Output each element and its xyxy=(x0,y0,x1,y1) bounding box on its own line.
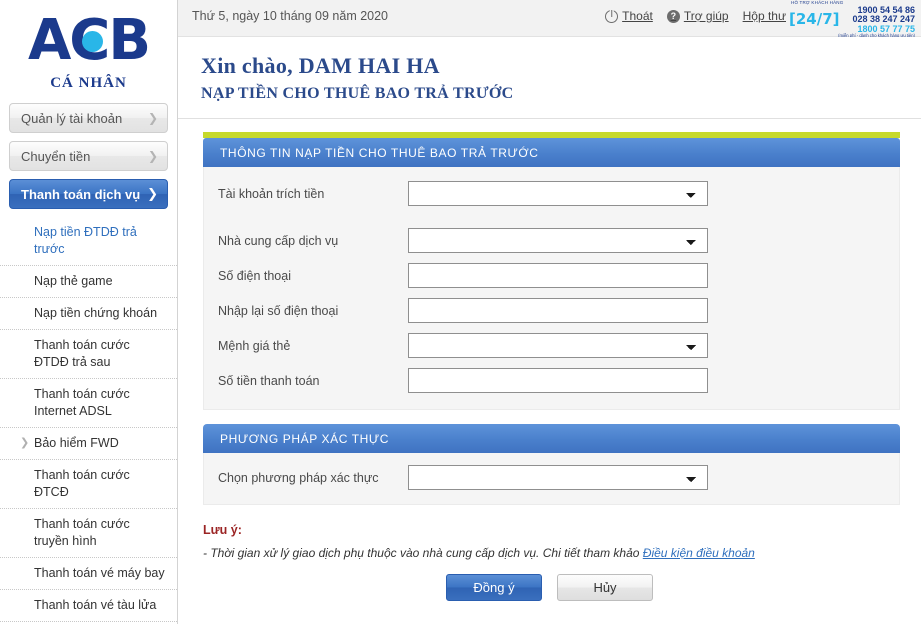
submenu-item-game-card[interactable]: Nạp thẻ game xyxy=(0,266,177,298)
submenu-item-label: Thanh toán vé tàu lửa xyxy=(34,598,157,612)
note-text-line: - Thời gian xử lý giao dịch phụ thuộc và… xyxy=(203,546,921,560)
topup-info-panel-title: THÔNG TIN NẠP TIỀN CHO THUÊ BAO TRẢ TRƯỚ… xyxy=(203,138,900,167)
hotline-numbers: 1900 54 54 86 028 38 247 247 1800 57 77 … xyxy=(852,5,915,34)
acb-online-banking-page: ACB CÁ NHÂN Quản lý tài khoản ❯ Chuyển t… xyxy=(0,0,921,624)
sidebar-submenu: Nạp tiền ĐTDĐ trả trước Nạp thẻ game Nạp… xyxy=(0,217,177,624)
form-row-payment-amount: Số tiền thanh toán xyxy=(204,368,899,393)
phone-number-confirm-input[interactable] xyxy=(408,298,708,323)
submenu-item-label: Thanh toán cước ĐTDĐ trả sau xyxy=(34,338,130,369)
note-text: - Thời gian xử lý giao dịch phụ thuộc và… xyxy=(203,546,643,560)
brand-logo: ACB CÁ NHÂN xyxy=(0,0,177,92)
chevron-right-icon: ❯ xyxy=(147,111,158,125)
field-label: Số điện thoại xyxy=(218,268,291,283)
page-heading-block: Xin chào, DAM HAI HA NẠP TIỀN CHO THUÊ B… xyxy=(178,37,921,109)
sidebar-main-nav: Quản lý tài khoản ❯ Chuyển tiền ❯ Thanh … xyxy=(0,103,177,209)
note-title: Lưu ý: xyxy=(203,523,242,537)
form-actions: Đồng ý Hủy xyxy=(178,574,921,601)
submenu-item-internet-adsl[interactable]: Thanh toán cước Internet ADSL xyxy=(0,379,177,428)
auth-method-panel: PHƯƠNG PHÁP XÁC THỰC Chọn phương pháp xá… xyxy=(203,424,900,505)
logo-circle-icon xyxy=(81,31,103,52)
service-provider-select[interactable] xyxy=(408,228,708,253)
top-header-bar: Thứ 5, ngày 10 tháng 09 năm 2020 Thoát ?… xyxy=(178,0,921,38)
title-divider xyxy=(178,118,921,119)
source-account-select[interactable] xyxy=(408,181,708,206)
terms-and-conditions-link[interactable]: Điều kiện điều khoản xyxy=(643,546,755,560)
field-label: Mệnh giá thẻ xyxy=(218,338,291,353)
submenu-item-postpaid-mobile[interactable]: Thanh toán cước ĐTDĐ trả sau xyxy=(0,330,177,379)
submenu-item-label: Thanh toán cước truyền hình xyxy=(34,517,130,548)
field-label: Tài khoản trích tiền xyxy=(218,186,325,201)
submenu-item-label: Nạp tiền chứng khoán xyxy=(34,306,158,320)
help-label: Trợ giúp xyxy=(683,9,729,23)
submenu-item-label: Thanh toán vé máy bay xyxy=(34,566,165,580)
auth-method-panel-body: Chọn phương pháp xác thực xyxy=(203,453,900,505)
page-title: NẠP TIỀN CHO THUÊ BAO TRẢ TRƯỚC xyxy=(201,85,514,102)
sidebar-item-label: Chuyển tiền xyxy=(21,148,91,164)
sidebar-item-account-management[interactable]: Quản lý tài khoản ❯ xyxy=(9,103,168,133)
form-row-service-provider: Nhà cung cấp dịch vụ xyxy=(204,228,899,253)
sidebar-item-transfer[interactable]: Chuyển tiền ❯ xyxy=(9,141,168,171)
phone-number-input[interactable] xyxy=(408,263,708,288)
submenu-item-landline[interactable]: Thanh toán cước ĐTCĐ xyxy=(0,460,177,509)
field-label: Nhập lại số điện thoại xyxy=(218,303,339,318)
hotline-badge: HỖ TRỢ KHÁCH HÀNG [24/7] 1900 54 54 86 0… xyxy=(789,0,915,38)
form-row-auth-method: Chọn phương pháp xác thực xyxy=(204,465,899,490)
mailbox-link[interactable]: Hộp thư xyxy=(743,9,786,23)
logout-link[interactable]: Thoát xyxy=(605,9,653,23)
card-denomination-select[interactable] xyxy=(408,333,708,358)
logout-label: Thoát xyxy=(622,9,653,23)
help-link[interactable]: ? Trợ giúp xyxy=(666,9,729,23)
cancel-button[interactable]: Hủy xyxy=(557,574,653,601)
submenu-item-flight-ticket[interactable]: Thanh toán vé máy bay xyxy=(0,558,177,590)
field-label: Chọn phương pháp xác thực xyxy=(218,470,379,485)
submenu-item-label: Bảo hiểm FWD xyxy=(34,436,119,450)
topup-info-panel-body: Tài khoản trích tiền Nhà cung cấp dịch v… xyxy=(203,167,900,410)
sidebar-item-label: Quản lý tài khoản xyxy=(21,110,123,126)
power-icon xyxy=(605,9,619,23)
header-links: Thoát ? Trợ giúp Hộp thư xyxy=(605,9,786,23)
field-label: Số tiền thanh toán xyxy=(218,373,320,388)
form-row-phone-confirm: Nhập lại số điện thoại xyxy=(204,298,899,323)
submenu-item-label: Nạp tiền ĐTDĐ trả trước xyxy=(34,225,137,256)
field-label: Nhà cung cấp dịch vụ xyxy=(218,233,339,248)
sidebar-item-service-payment[interactable]: Thanh toán dịch vụ ❯ xyxy=(9,179,168,209)
note-section: Lưu ý: - Thời gian xử lý giao dịch phụ t… xyxy=(203,523,921,560)
form-row-card-denomination: Mệnh giá thẻ xyxy=(204,333,899,358)
submenu-item-label: Thanh toán cước ĐTCĐ xyxy=(34,468,130,499)
form-row-phone-number: Số điện thoại xyxy=(204,263,899,288)
sidebar: ACB CÁ NHÂN Quản lý tài khoản ❯ Chuyển t… xyxy=(0,0,178,624)
greeting-text: Xin chào, DAM HAI HA xyxy=(201,53,440,78)
hotline-24-7-badge: [24/7] xyxy=(789,10,840,28)
auth-method-panel-title: PHƯƠNG PHÁP XÁC THỰC xyxy=(203,424,900,453)
submenu-item-label: Thanh toán cước Internet ADSL xyxy=(34,387,130,418)
submenu-item-train-ticket[interactable]: Thanh toán vé tàu lửa xyxy=(0,590,177,622)
chevron-right-icon: ❯ xyxy=(147,149,158,163)
main-content: Xin chào, DAM HAI HA NẠP TIỀN CHO THUÊ B… xyxy=(178,37,921,624)
sidebar-item-label: Thanh toán dịch vụ xyxy=(21,186,141,202)
acb-logo-mark: ACB xyxy=(9,10,169,72)
submenu-item-label: Nạp thẻ game xyxy=(34,274,113,288)
form-row-source-account: Tài khoản trích tiền xyxy=(204,181,899,206)
submenu-item-prepaid-topup[interactable]: Nạp tiền ĐTDĐ trả trước xyxy=(0,217,177,266)
mailbox-label: Hộp thư xyxy=(742,9,786,23)
auth-method-select[interactable] xyxy=(408,465,708,490)
submenu-item-fwd-insurance[interactable]: ❯ Bảo hiểm FWD xyxy=(0,428,177,460)
current-date: Thứ 5, ngày 10 tháng 09 năm 2020 xyxy=(192,9,389,23)
topup-info-panel: THÔNG TIN NẠP TIỀN CHO THUÊ BAO TRẢ TRƯỚ… xyxy=(203,132,900,410)
submenu-item-television[interactable]: Thanh toán cước truyền hình xyxy=(0,509,177,558)
chevron-right-icon: ❯ xyxy=(147,186,158,201)
submenu-item-securities-topup[interactable]: Nạp tiền chứng khoán xyxy=(0,298,177,330)
brand-subtitle: CÁ NHÂN xyxy=(50,75,127,91)
chevron-right-icon: ❯ xyxy=(20,437,30,449)
submit-button[interactable]: Đồng ý xyxy=(446,574,542,601)
help-icon: ? xyxy=(666,9,680,23)
payment-amount-input[interactable] xyxy=(408,368,708,393)
